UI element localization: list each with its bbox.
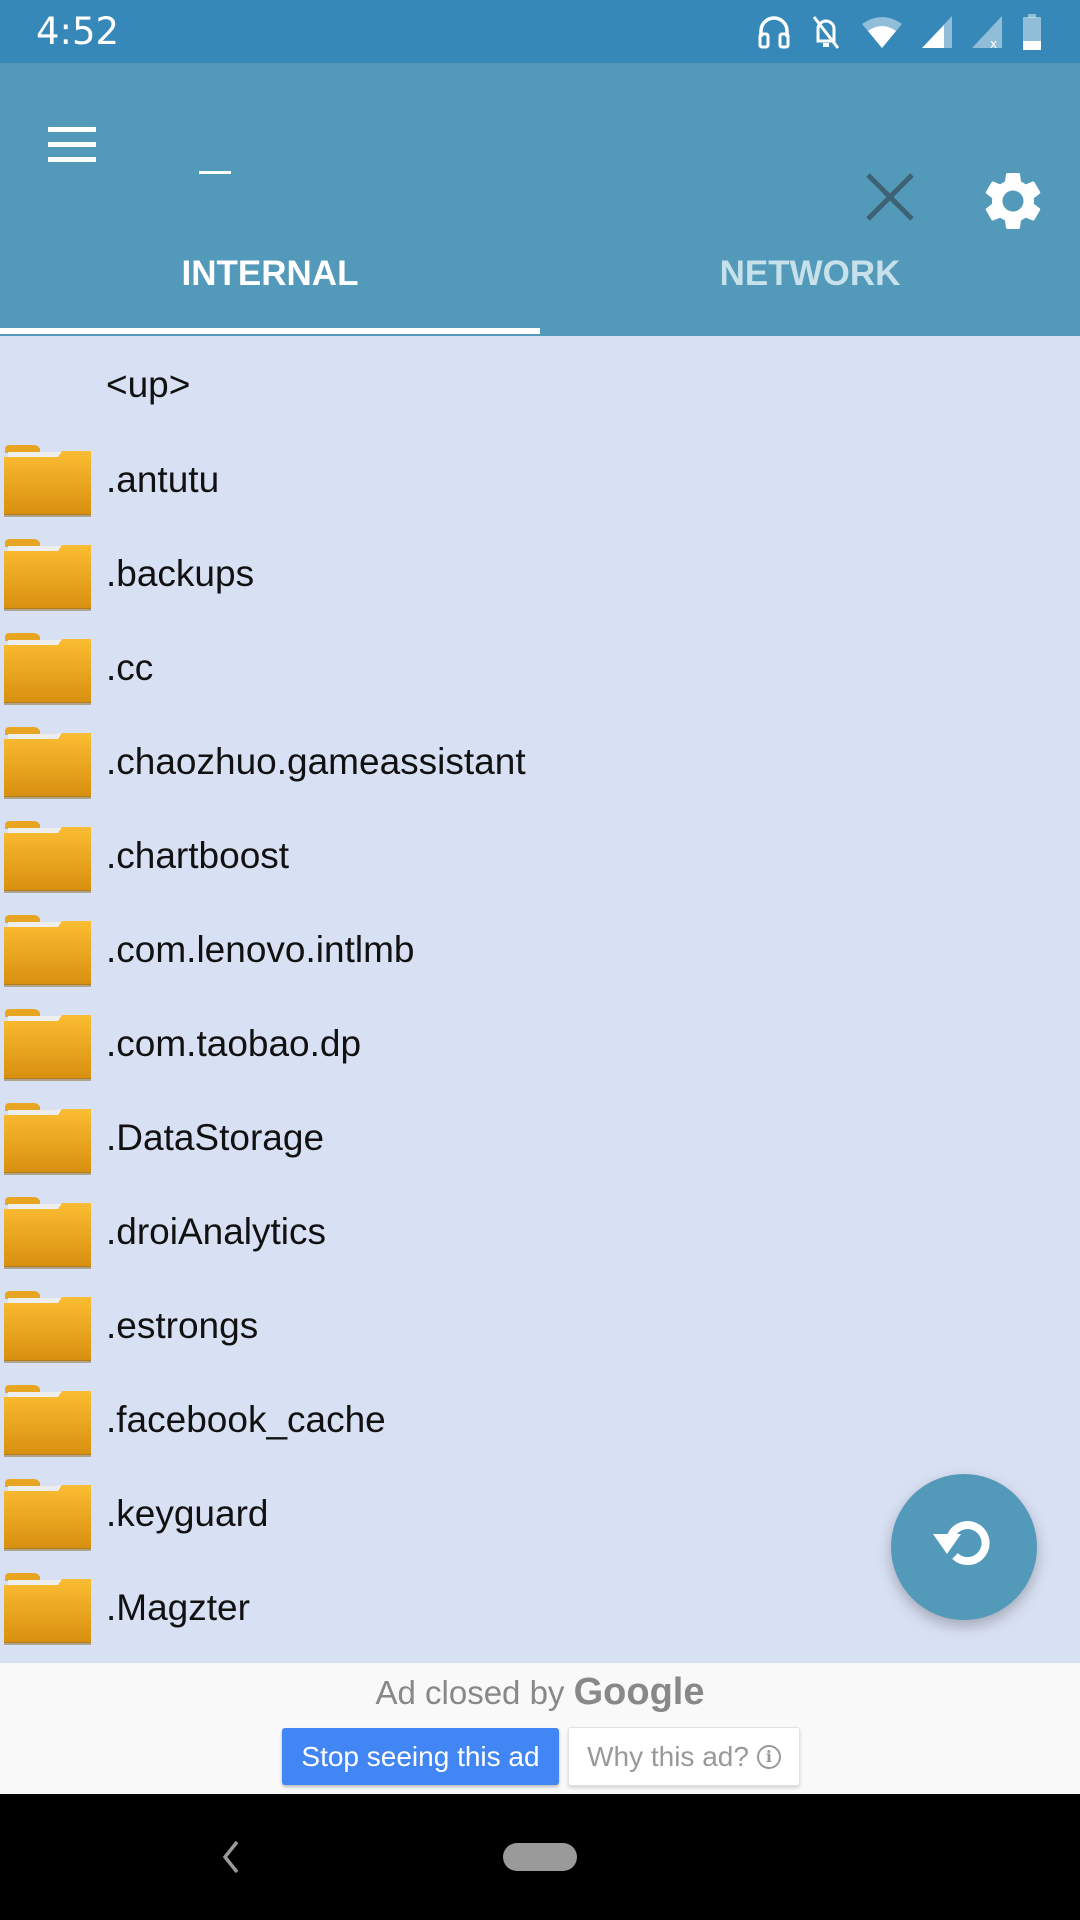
- folder-icon: [0, 440, 96, 520]
- file-name: .chaozhuo.gameassistant: [106, 741, 526, 782]
- file-list-item[interactable]: .chaozhuo.gameassistant: [0, 715, 1080, 809]
- notifications-off-icon: [812, 16, 840, 49]
- file-name: .com.taobao.dp: [106, 1023, 362, 1064]
- folder-icon: [0, 534, 96, 614]
- hamburger-menu-icon: [48, 127, 96, 132]
- file-name: .facebook_cache: [106, 1399, 386, 1440]
- status-icons: x: [758, 12, 1042, 52]
- battery-icon: [1023, 14, 1041, 50]
- file-name: .estrongs: [106, 1305, 259, 1346]
- menu-button[interactable]: [40, 113, 100, 173]
- up-label: <up>: [106, 363, 191, 405]
- file-list-item[interactable]: .estrongs: [0, 1279, 1080, 1373]
- file-list: <up> .antutu .backups .cc .chaozhuo.gameass…: [0, 336, 1080, 1663]
- why-this-ad-button[interactable]: Why this ad? i: [568, 1727, 800, 1786]
- status-bar: 4:52 x: [0, 0, 1080, 63]
- folder-icon: [0, 628, 96, 708]
- folder-icon: [0, 1286, 96, 1366]
- file-name: .Magzter: [106, 1587, 250, 1628]
- file-name: .cc: [106, 647, 154, 688]
- back-icon[interactable]: [215, 1834, 245, 1880]
- headphones-icon: [758, 16, 790, 49]
- why-this-ad-label: Why this ad?: [587, 1740, 749, 1772]
- file-list-item[interactable]: .backups: [0, 527, 1080, 621]
- file-list-item[interactable]: .antutu: [0, 433, 1080, 527]
- file-list-item[interactable]: .cc: [0, 621, 1080, 715]
- text-cursor: [199, 171, 231, 174]
- status-time: 4:52: [36, 10, 120, 53]
- folder-icon: [0, 816, 96, 896]
- folder-icon: [0, 1568, 96, 1648]
- file-list-item[interactable]: .DataStorage: [0, 1091, 1080, 1185]
- file-list-item[interactable]: .chartboost: [0, 809, 1080, 903]
- up-directory-item[interactable]: <up>: [0, 336, 1080, 433]
- refresh-icon: [933, 1521, 990, 1566]
- folder-icon: [0, 910, 96, 990]
- file-list-item[interactable]: .com.taobao.dp: [0, 997, 1080, 1091]
- navigation-bar: [0, 1794, 1080, 1920]
- svg-text:x: x: [990, 37, 997, 48]
- file-list-item[interactable]: .com.lenovo.intlmb: [0, 903, 1080, 997]
- tab-network[interactable]: NETWORK: [540, 210, 1080, 336]
- tab-bar: INTERNAL NETWORK: [0, 210, 1080, 336]
- folder-icon: [0, 1098, 96, 1178]
- refresh-button[interactable]: [891, 1474, 1037, 1620]
- file-list-item[interactable]: .droiAnalytics: [0, 1185, 1080, 1279]
- tab-internal[interactable]: INTERNAL: [0, 210, 540, 336]
- active-tab-indicator: [0, 328, 540, 334]
- file-list-item[interactable]: .facebook_cache: [0, 1373, 1080, 1467]
- file-name: .antutu: [106, 459, 220, 500]
- file-name: .backups: [106, 553, 255, 594]
- file-name: .chartboost: [106, 835, 290, 876]
- wifi-icon: [862, 17, 902, 48]
- stop-seeing-ad-button[interactable]: Stop seeing this ad: [282, 1728, 559, 1785]
- signal-no-data-icon: x: [972, 16, 1002, 48]
- file-name: .DataStorage: [106, 1117, 325, 1158]
- folder-icon: [0, 1192, 96, 1272]
- ad-banner: Ad closed by Google Stop seeing this ad …: [0, 1663, 1080, 1794]
- file-list-item-partial[interactable]: [0, 1655, 1080, 1663]
- file-name: .com.lenovo.intlmb: [106, 929, 415, 970]
- search-input[interactable]: [190, 123, 830, 203]
- folder-icon: [0, 1474, 96, 1554]
- folder-icon: [0, 1380, 96, 1460]
- folder-icon: [0, 1004, 96, 1084]
- google-logo: Google: [573, 1671, 705, 1713]
- file-name: .keyguard: [106, 1493, 269, 1534]
- signal-icon: [922, 16, 952, 48]
- folder-icon: [0, 722, 96, 802]
- ad-closed-text: Ad closed by Google: [375, 1671, 705, 1713]
- info-icon: i: [756, 1744, 781, 1769]
- home-pill[interactable]: [503, 1843, 577, 1871]
- file-name: .droiAnalytics: [106, 1211, 327, 1252]
